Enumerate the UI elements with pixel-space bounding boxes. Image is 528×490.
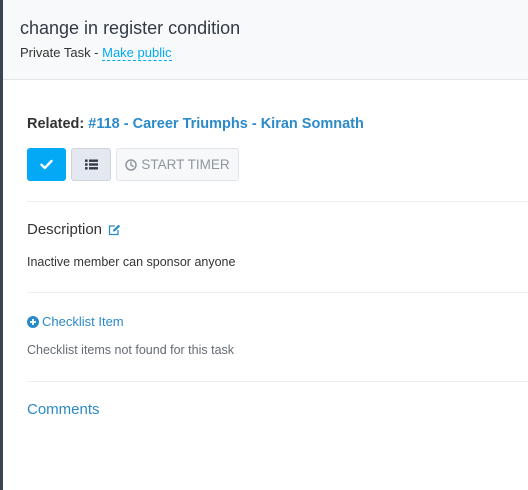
description-title: Description: [27, 221, 103, 238]
divider: [27, 292, 528, 293]
plus-circle-icon: [27, 315, 39, 328]
modal-header: change in register condition Private Tas…: [3, 0, 528, 80]
start-timer-label: START TIMER: [141, 157, 230, 172]
comments-link[interactable]: Comments: [27, 401, 100, 418]
list-icon: [84, 159, 98, 170]
edit-icon[interactable]: [108, 224, 121, 236]
make-public-link[interactable]: Make public: [102, 45, 172, 61]
related-label: Related:: [27, 116, 89, 132]
description-heading: Description: [27, 221, 121, 238]
description-text: Inactive member can sponsor anyone: [27, 255, 236, 269]
checklist-toggle-button[interactable]: [71, 148, 111, 181]
related-link[interactable]: #118 - Career Triumphs - Kiran Somnath: [88, 116, 364, 132]
divider: [27, 381, 528, 382]
add-checklist-item-button[interactable]: Checklist Item: [27, 314, 124, 329]
task-visibility: Private Task - Make public: [20, 45, 172, 61]
visibility-label: Private Task -: [20, 45, 103, 60]
check-icon: [40, 159, 53, 170]
mark-complete-button[interactable]: [27, 148, 66, 181]
related-row: Related: #118 - Career Triumphs - Kiran …: [27, 116, 364, 132]
clock-icon: [125, 158, 138, 171]
task-title: change in register condition: [20, 18, 241, 38]
checklist-empty-message: Checklist items not found for this task: [27, 343, 235, 357]
divider: [27, 201, 528, 202]
start-timer-button[interactable]: START TIMER: [116, 148, 239, 181]
checklist-item-label: Checklist Item: [42, 314, 124, 329]
